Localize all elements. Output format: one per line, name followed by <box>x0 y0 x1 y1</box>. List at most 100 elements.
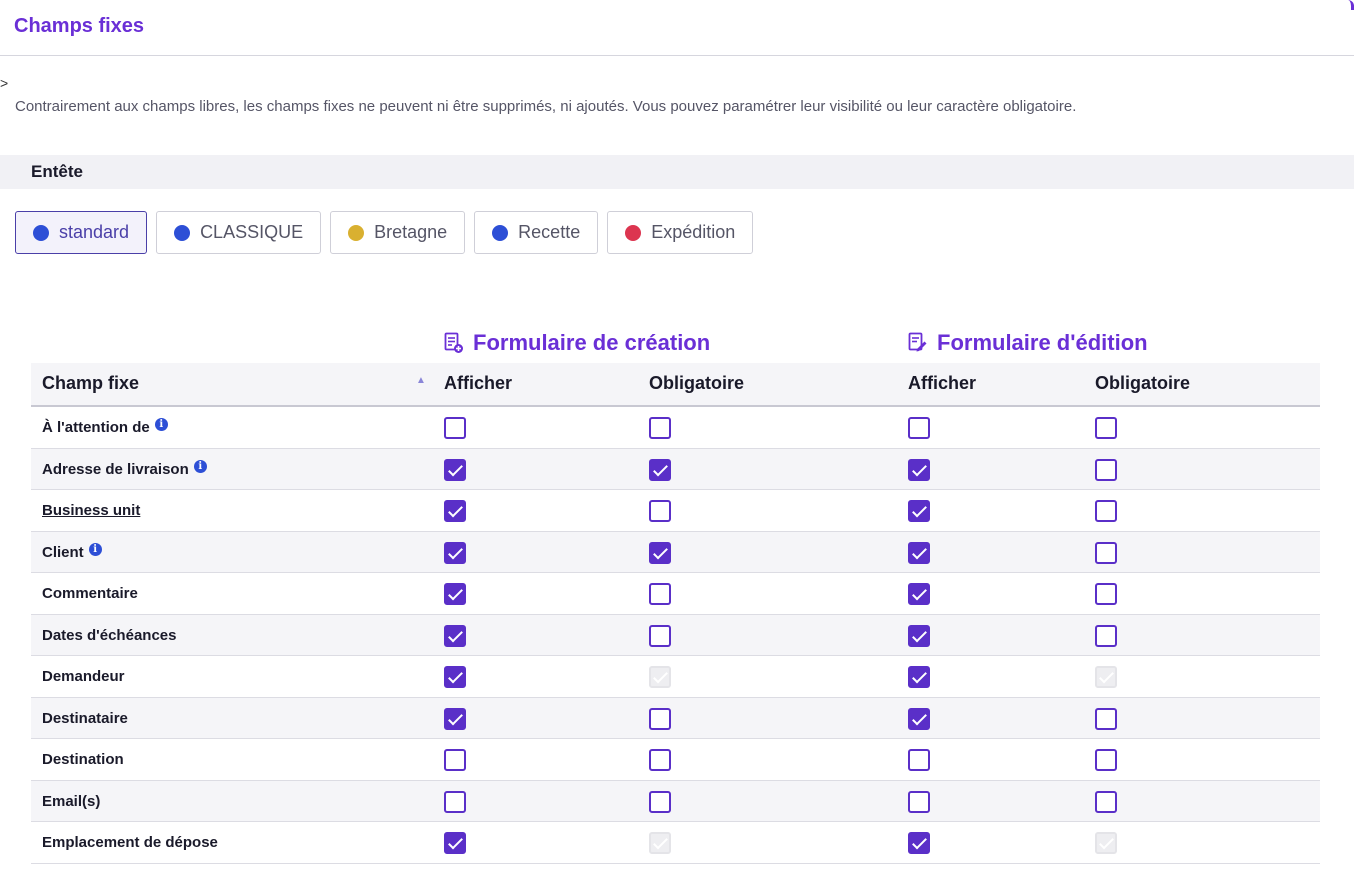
column-header-edit-required: Obligatoire <box>1095 373 1191 393</box>
table-row: Demandeur <box>31 656 1320 698</box>
form-edit-icon <box>908 332 927 352</box>
checkbox-create-show[interactable] <box>444 790 466 813</box>
checkbox-edit-show[interactable] <box>908 417 930 439</box>
edition-form-header: Formulaire d'édition <box>908 330 1148 356</box>
type-color-dot <box>33 224 49 241</box>
checkbox-edit-show[interactable] <box>908 749 930 771</box>
column-header-create-required: Obligatoire <box>649 373 745 393</box>
field-name: Destination <box>42 751 124 768</box>
creation-form-header: Formulaire de création <box>444 330 710 356</box>
type-tab-label: Bretagne <box>374 222 448 242</box>
table-row: Dates d'échéances <box>31 614 1320 656</box>
info-icon[interactable]: i <box>154 418 168 431</box>
field-name-label: Emplacement de dépose <box>42 834 218 851</box>
checkbox-create-required[interactable] <box>649 583 671 605</box>
type-tab-label: Expédition <box>651 222 736 242</box>
type-tab-label: standard <box>59 222 130 242</box>
checkbox-edit-required[interactable] <box>1095 458 1117 481</box>
type-tab[interactable]: Expédition <box>607 211 754 254</box>
form-create-icon <box>444 332 463 353</box>
field-name: Destinataire <box>42 710 128 727</box>
checkbox-edit-show[interactable] <box>908 500 930 522</box>
checkbox-create-show[interactable] <box>444 666 466 688</box>
field-name-label: À l'attention de <box>42 419 150 436</box>
checkbox-edit-required[interactable] <box>1095 790 1117 813</box>
checkbox-create-show[interactable] <box>444 707 466 730</box>
section-title: Entête <box>31 162 83 181</box>
checkbox-edit-required[interactable] <box>1095 624 1117 647</box>
type-tab[interactable]: Bretagne <box>330 211 466 254</box>
checkbox-create-required[interactable] <box>649 541 671 564</box>
checkbox-edit-required <box>1095 832 1117 854</box>
field-name-label: Email(s) <box>42 792 101 810</box>
checkbox-edit-show[interactable] <box>908 707 930 730</box>
checkbox-create-show[interactable] <box>444 583 466 605</box>
table-row: Client i <box>31 531 1320 573</box>
checkbox-create-required[interactable] <box>649 790 671 813</box>
type-tabs: standard CLASSIQUE Bretagne Recette Expéditi… <box>15 211 754 254</box>
column-header-create-show: Afficher <box>444 373 513 393</box>
type-tab-label: CLASSIQUE <box>200 222 304 242</box>
checkbox-create-show[interactable] <box>444 624 466 647</box>
field-name-label: Business unit <box>42 502 141 519</box>
field-name: Adresse de livraison i <box>42 459 207 478</box>
field-name-label: Adresse de livraison <box>42 460 189 478</box>
checkbox-edit-show[interactable] <box>908 583 930 605</box>
checkbox-edit-show[interactable] <box>908 790 930 813</box>
checkbox-edit-required[interactable] <box>1095 500 1117 522</box>
table-row: Business unit <box>31 490 1320 532</box>
checkbox-create-show[interactable] <box>444 458 466 481</box>
field-name: Commentaire <box>42 585 138 602</box>
checkbox-edit-required[interactable] <box>1095 541 1117 564</box>
table-row: Commentaire <box>31 573 1320 615</box>
checkbox-create-required[interactable] <box>649 624 671 647</box>
checkbox-edit-show[interactable] <box>908 458 930 481</box>
stray-char: > <box>0 75 9 91</box>
field-name: Email(s) <box>42 793 100 810</box>
checkbox-create-required[interactable] <box>649 707 671 730</box>
column-header-edit-show: Afficher <box>908 373 977 393</box>
type-tab[interactable]: standard <box>15 211 148 254</box>
field-name[interactable]: Business unit <box>42 502 140 519</box>
type-color-dot <box>492 224 509 241</box>
checkbox-edit-show[interactable] <box>908 832 930 854</box>
checkbox-create-required[interactable] <box>649 458 671 481</box>
page-header: Champs fixes <box>0 0 1354 56</box>
field-name: Demandeur <box>42 668 125 685</box>
info-icon[interactable]: i <box>193 459 207 473</box>
info-icon[interactable]: i <box>88 542 102 556</box>
checkbox-create-show[interactable] <box>444 832 466 854</box>
field-name: Dates d'échéances <box>42 627 176 644</box>
checkbox-create-show[interactable] <box>444 500 466 522</box>
checkbox-create-required <box>649 832 671 854</box>
checkbox-edit-required[interactable] <box>1095 749 1117 771</box>
field-name: Emplacement de dépose <box>42 834 218 851</box>
checkbox-edit-show[interactable] <box>908 624 930 647</box>
field-name: À l'attention de i <box>42 418 168 436</box>
checkbox-edit-required[interactable] <box>1095 707 1117 730</box>
type-tab[interactable]: CLASSIQUE <box>156 211 322 254</box>
field-name-label: Commentaire <box>42 585 138 602</box>
table-row: Destination <box>31 739 1320 781</box>
column-header-field[interactable]: Champ fixe <box>42 373 139 394</box>
checkbox-edit-required <box>1095 666 1117 688</box>
table-header: Champ fixe ▲ Afficher Obligatoire Affich… <box>31 363 1320 407</box>
type-color-dot <box>625 224 642 241</box>
sort-asc-icon[interactable]: ▲ <box>416 375 426 386</box>
field-name-label: Dates d'échéances <box>42 626 177 644</box>
checkbox-create-required[interactable] <box>649 749 671 771</box>
checkbox-create-show[interactable] <box>444 417 466 439</box>
type-color-dot <box>348 224 365 241</box>
type-tab[interactable]: Recette <box>474 211 599 254</box>
type-tab-label: Recette <box>518 222 581 242</box>
checkbox-create-show[interactable] <box>444 749 466 771</box>
checkbox-edit-required[interactable] <box>1095 583 1117 605</box>
checkbox-edit-required[interactable] <box>1095 417 1117 439</box>
checkbox-edit-show[interactable] <box>908 541 930 564</box>
page-title: Champs fixes <box>14 15 145 37</box>
table-row: Adresse de livraison i <box>31 448 1320 490</box>
checkbox-create-show[interactable] <box>444 541 466 564</box>
checkbox-create-required[interactable] <box>649 417 671 439</box>
checkbox-create-required[interactable] <box>649 500 671 522</box>
checkbox-edit-show[interactable] <box>908 666 930 688</box>
